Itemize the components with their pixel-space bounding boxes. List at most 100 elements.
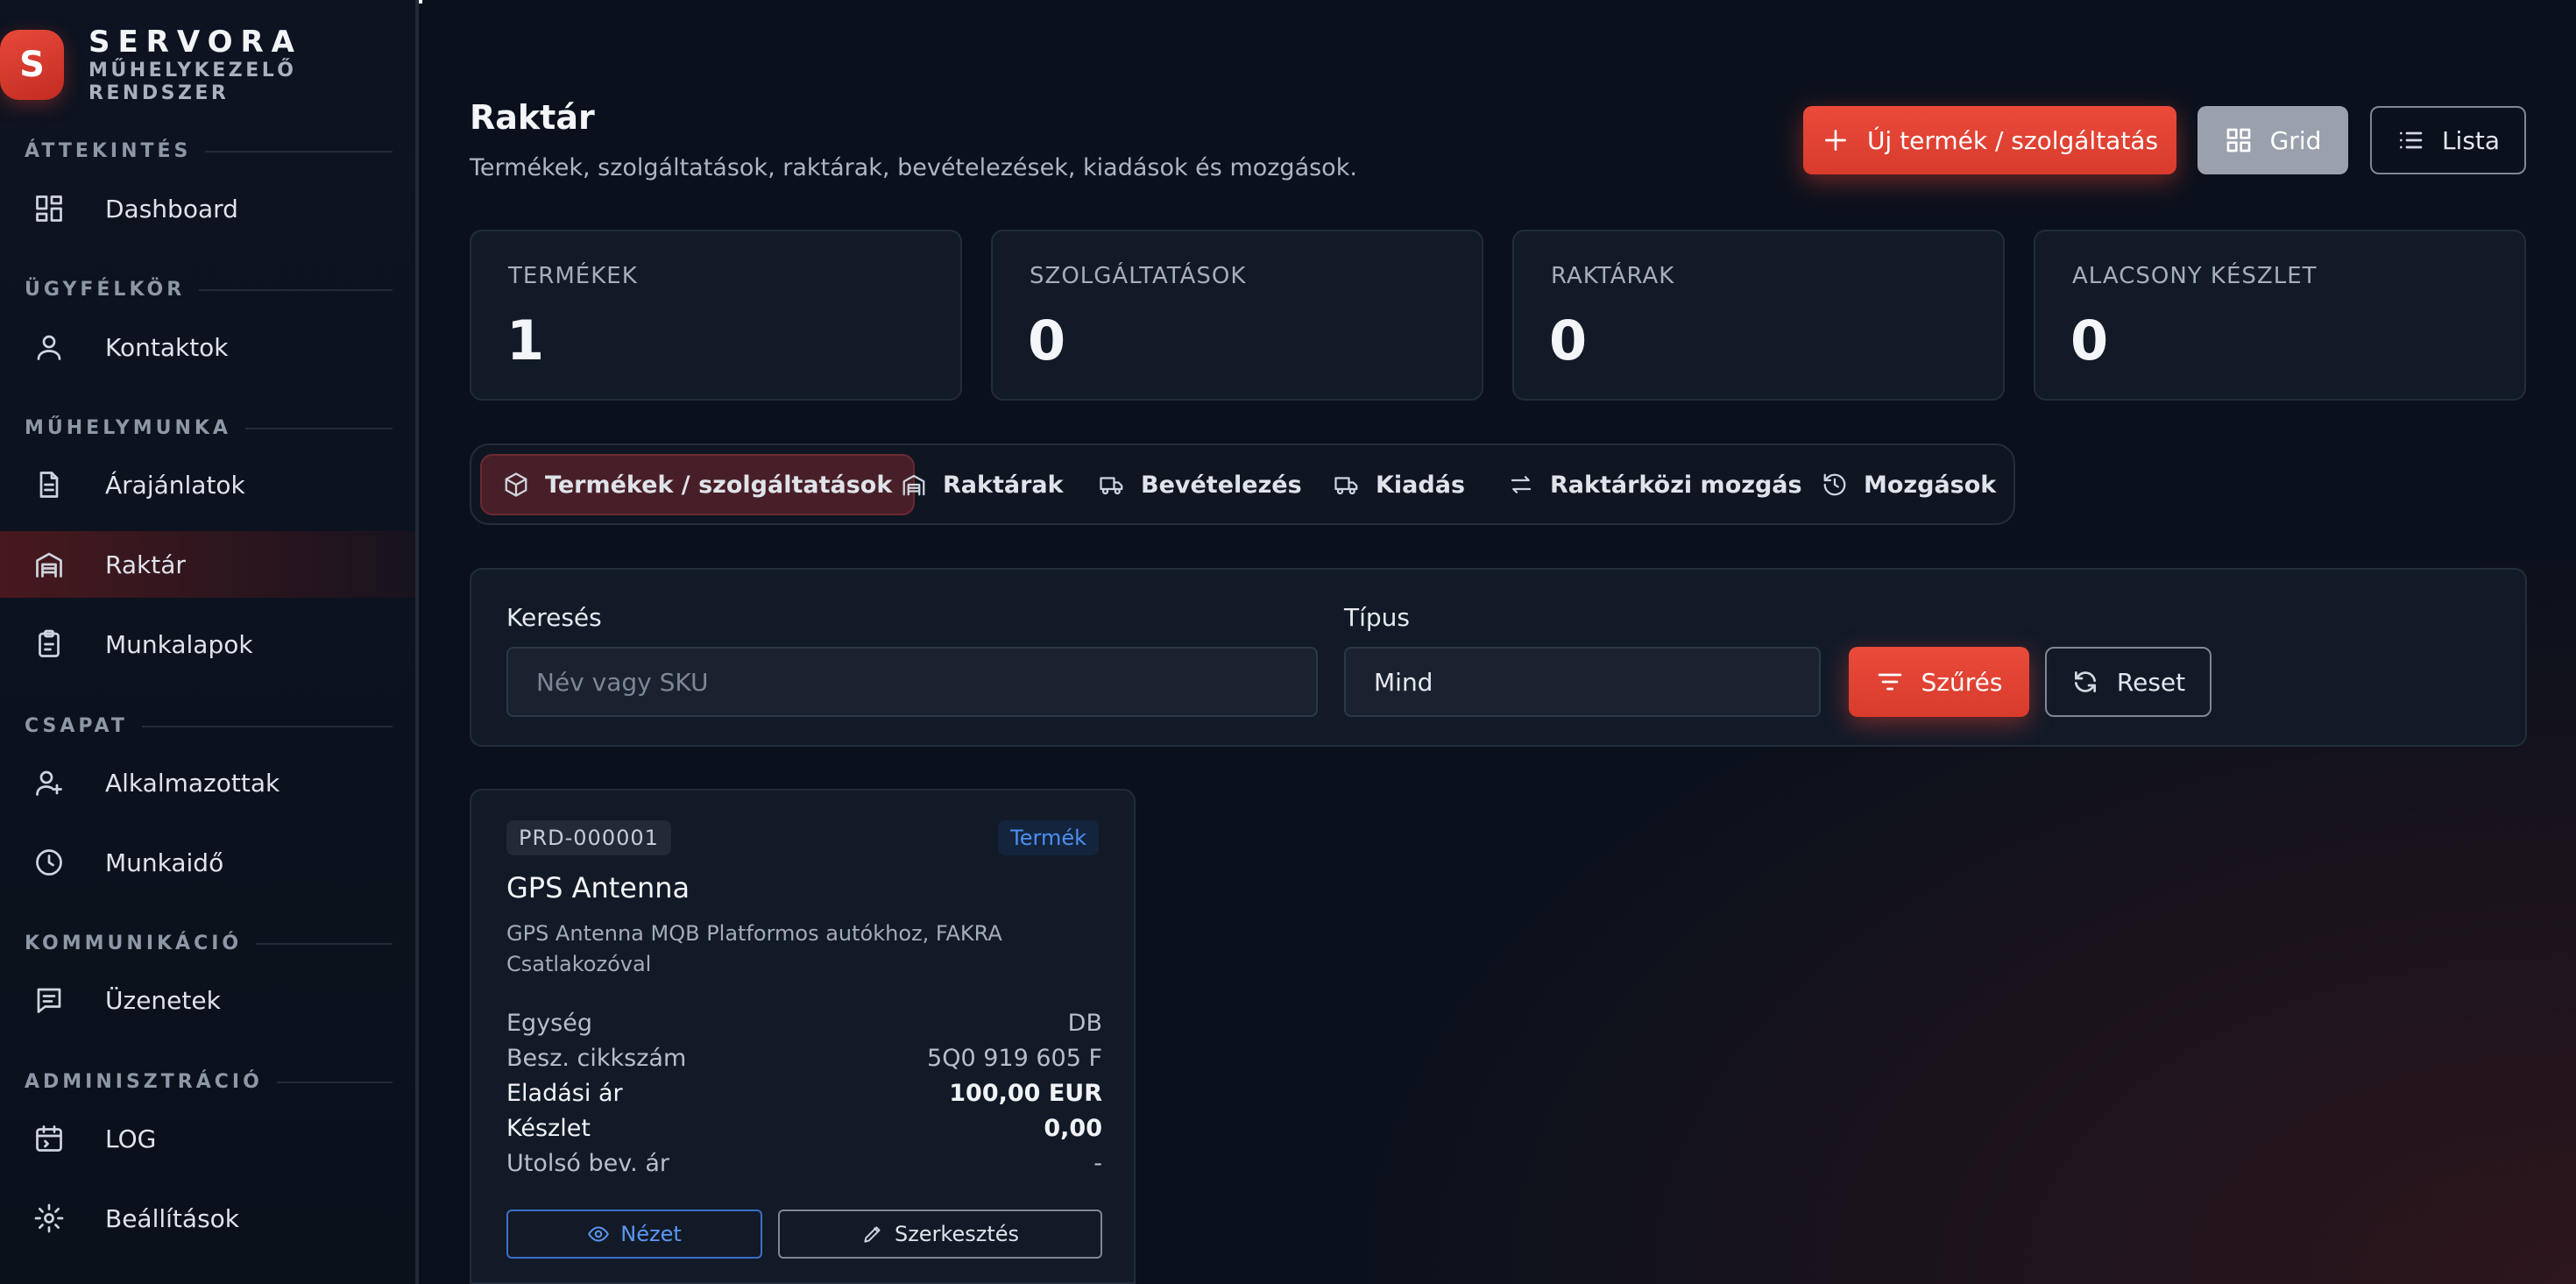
type-label: Típus [1344,603,1410,632]
list-view-button[interactable]: Lista [2370,106,2526,174]
filter-button-label: Szűrés [1921,667,2003,697]
nav-section-label: ÁTTEKINTÉS [25,140,192,162]
tab-label: Raktárközi mozgás [1550,471,1802,499]
product-card: PRD-000001 Termék GPS Antenna GPS Antenn… [470,789,1136,1284]
view-button-label: Nézet [620,1222,682,1246]
row-value: - [1093,1150,1102,1177]
tab-inter-warehouse-transfer[interactable]: Raktárközi mozgás [1508,454,1802,515]
sidebar-item-dashboard[interactable]: Dashboard [0,175,415,242]
page-subtitle: Termékek, szolgáltatások, raktárak, bevé… [470,154,1357,181]
product-description: GPS Antenna MQB Platformos autókhoz, FAK… [506,921,1002,976]
stat-card-services: SZOLGÁLTATÁSOK 0 [991,230,1483,401]
stat-value: 1 [506,309,545,372]
tab-products-services[interactable]: Termékek / szolgáltatások [480,454,916,515]
nav-section-label: ADMINISZTRÁCIÓ [25,1071,263,1093]
brand-subtitle: MŰHELYKEZELŐ RENDSZER [88,60,297,104]
type-select[interactable]: Mind [1344,647,1821,717]
clipboard-icon [39,629,60,657]
reset-button[interactable]: Reset [2045,647,2212,717]
tab-label: Kiadás [1376,471,1466,499]
stat-label: ALACSONY KÉSZLET [2072,263,2318,289]
calendar-log-icon [36,1125,62,1152]
list-view-label: Lista [2441,125,2501,155]
sidebar-item-quotes[interactable]: Árajánlatok [0,451,415,518]
sidebar-item-label: LOG [105,1124,157,1153]
reset-button-label: Reset [2116,667,2186,697]
view-product-button[interactable]: Nézet [506,1210,762,1259]
user-icon [37,335,61,360]
brand-name: SERVORA [88,25,302,60]
warehouse-tabs: Termékek / szolgáltatások Raktárak Bevét… [470,443,2015,525]
edit-button-label: Szerkesztés [894,1222,1020,1246]
sidebar-item-warehouse[interactable]: Raktár [0,531,415,598]
message-icon [37,988,61,1013]
brand-logo: S [0,30,64,100]
stat-value: 0 [1028,309,1066,372]
tab-label: Termékek / szolgáltatások [545,471,893,499]
nav-section-workshop: MŰHELYMUNKA [25,417,393,439]
clock-icon [36,849,62,876]
type-select-value: Mind [1374,667,1433,697]
row-label: Egység [506,1010,592,1037]
nav-section-overview: ÁTTEKINTÉS [25,140,393,162]
tab-goods-receipt[interactable]: Bevételezés [1099,454,1302,515]
product-unit-row: Egység DB [506,1010,1102,1037]
product-last-purchase-price-row: Utolsó bev. ár - [506,1150,1102,1177]
nav-section-communication: KOMMUNIKÁCIÓ [25,933,393,954]
brand[interactable]: S SERVORA MŰHELYKEZELŐ RENDSZER [0,25,415,105]
sidebar-item-label: Munkaidő [105,848,224,877]
document-icon [39,472,59,498]
tab-warehouses[interactable]: Raktárak [901,454,1064,515]
pencil-icon [864,1226,881,1243]
truck-out-icon [1334,477,1358,495]
row-label: Készlet [506,1115,591,1142]
sidebar-item-messages[interactable]: Üzenetek [0,967,415,1033]
sidebar-item-label: Munkalapok [105,629,253,659]
dashboard-icon [36,195,62,222]
sidebar-item-employees[interactable]: Alkalmazottak [0,749,415,816]
filter-icon [1878,673,1901,691]
tab-movements[interactable]: Mozgások [1822,454,1996,515]
new-product-button[interactable]: Új termék / szolgáltatás [1803,106,2176,174]
row-label: Utolsó bev. ár [506,1150,669,1177]
tab-label: Bevételezés [1141,471,1302,499]
stat-value: 0 [1549,309,1588,372]
edit-product-button[interactable]: Szerkesztés [778,1210,1102,1259]
row-value: 5Q0 919 605 F [927,1045,1102,1072]
product-stock-row: Készlet 0,00 [506,1115,1102,1142]
warehouse-icon [36,552,62,578]
refresh-icon [2074,671,2096,692]
filter-panel: Keresés Típus Mind Szűrés Reset [470,568,2527,747]
grid-view-button[interactable]: Grid [2197,106,2348,174]
nav-section-clients: ÜGYFÉLKÖR [25,279,393,301]
sidebar-item-settings[interactable]: Beállítások [0,1185,415,1252]
search-input[interactable] [506,647,1318,717]
tab-goods-issue[interactable]: Kiadás [1334,454,1465,515]
sidebar-item-label: Kontaktok [105,332,229,362]
sidebar-item-label: Üzenetek [105,985,221,1015]
stat-label: TERMÉKEK [508,263,638,289]
nav-section-label: MŰHELYMUNKA [25,417,231,439]
row-value: 0,00 [1044,1115,1102,1142]
nav-section-label: CSAPAT [25,715,128,737]
sidebar-item-log[interactable]: LOG [0,1105,415,1172]
sidebar-item-worktime[interactable]: Munkaidő [0,829,415,896]
row-label: Eladási ár [506,1080,623,1107]
new-product-label: Új termék / szolgáltatás [1866,125,2159,155]
nav-section-label: KOMMUNIKÁCIÓ [25,933,243,954]
sidebar-item-worksheets[interactable]: Munkalapok [0,611,415,677]
row-value: DB [1067,1010,1102,1037]
sidebar-item-label: Árajánlatok [105,470,245,500]
stat-card-warehouses: RAKTÁRAK 0 [1512,230,2005,401]
user-plus-icon [36,770,62,796]
eye-icon [588,1226,610,1242]
sidebar-item-contacts[interactable]: Kontaktok [0,314,415,380]
product-sale-price-row: Eladási ár 100,00 EUR [506,1080,1102,1107]
stat-value: 0 [2070,309,2109,372]
sidebar-item-label: Raktár [105,550,186,579]
stat-card-products: TERMÉKEK 1 [470,230,962,401]
filter-button[interactable]: Szűrés [1849,647,2029,717]
arrows-swap-icon [1511,476,1532,493]
grid-view-label: Grid [2269,125,2322,155]
truck-in-icon [1100,477,1123,495]
